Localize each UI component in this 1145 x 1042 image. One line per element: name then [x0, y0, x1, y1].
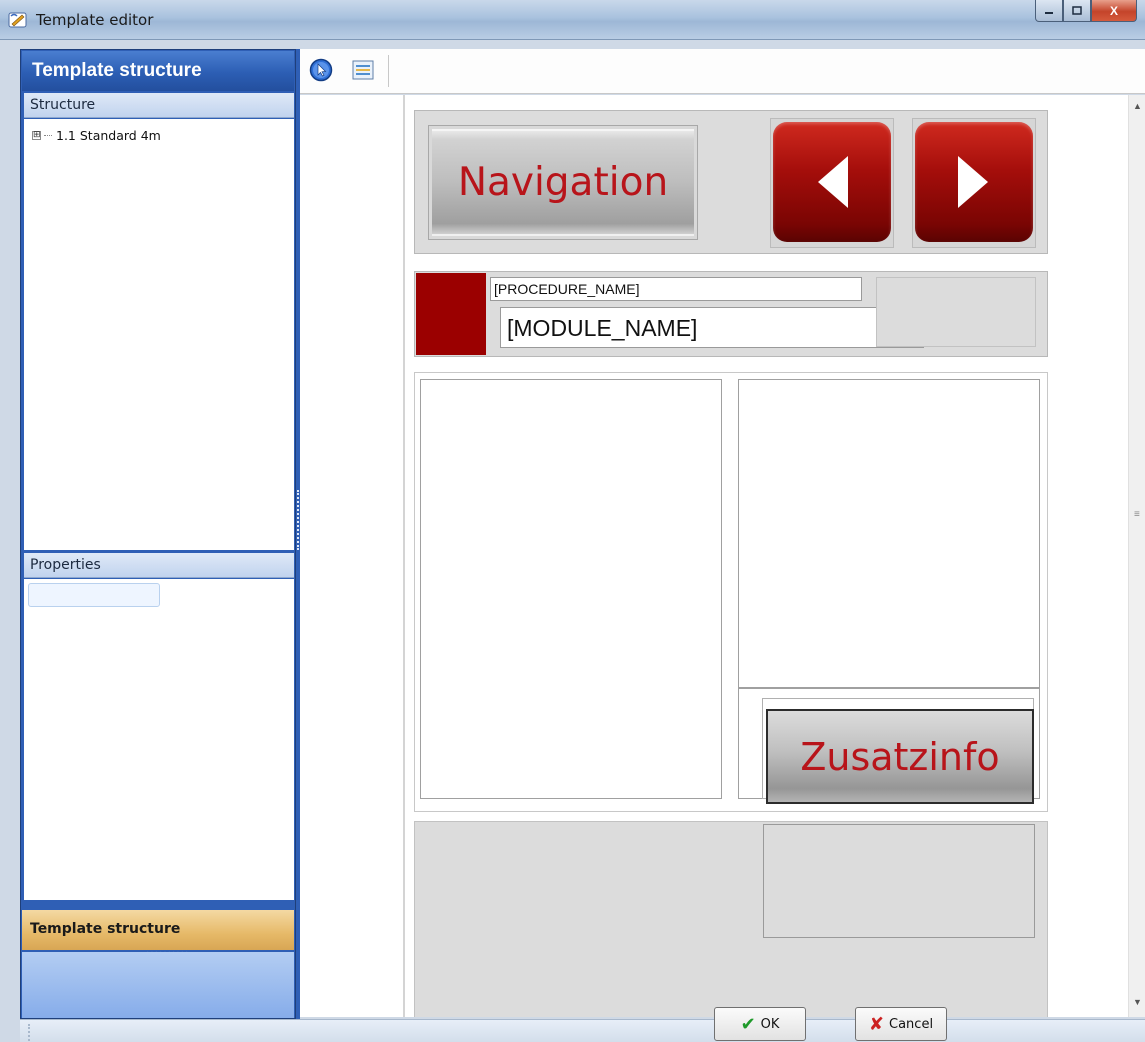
tree-connector	[44, 135, 52, 136]
cancel-x-icon: ✘	[868, 1013, 885, 1035]
template-editor-app-icon	[8, 11, 28, 29]
list-view-button[interactable]	[350, 57, 376, 83]
scroll-down-icon[interactable]: ▼	[1133, 997, 1142, 1007]
list-icon	[352, 60, 374, 80]
expand-icon[interactable]: ⊞	[32, 131, 41, 140]
structure-section-header: Structure	[24, 93, 294, 118]
accent-block[interactable]	[416, 273, 486, 355]
template-structure-tab[interactable]: Template structure	[22, 910, 294, 950]
designer-canvas[interactable]: Navigation [PROCEDURE_NAME] [MODULE_NAME…	[300, 95, 1128, 1017]
footer-right-box[interactable]	[763, 824, 1035, 938]
ok-button[interactable]: ✔ OK	[714, 1007, 806, 1041]
tree-item-label: 1.1 Standard 4m	[56, 128, 161, 143]
close-button[interactable]: X	[1091, 0, 1137, 22]
properties-grid[interactable]	[24, 579, 294, 900]
title-right-box[interactable]	[876, 277, 1036, 347]
properties-section-header: Properties	[24, 553, 294, 578]
property-row[interactable]	[28, 583, 292, 607]
checkmark-icon: ✔	[740, 1013, 756, 1035]
status-grip	[28, 1024, 30, 1041]
structure-tree[interactable]: ⊞ 1.1 Standard 4m	[24, 119, 294, 550]
vertical-scrollbar[interactable]: ▲ ≡ ▼	[1128, 95, 1145, 1017]
page-margin-line	[403, 95, 405, 1017]
toolbar-separator	[388, 55, 389, 87]
status-bar: ✔ OK ✘ Cancel	[20, 1007, 1145, 1042]
splitter-grip[interactable]	[297, 490, 299, 550]
ok-button-label: OK	[760, 1016, 780, 1032]
module-name-field[interactable]: [MODULE_NAME]	[500, 307, 924, 348]
window-title-bar[interactable]: Template editor X	[0, 0, 1145, 40]
panel-footer-area	[22, 952, 294, 1018]
tree-item-standard-4m[interactable]: ⊞ 1.1 Standard 4m	[32, 128, 161, 143]
next-button[interactable]	[915, 122, 1033, 242]
minimize-button[interactable]	[1035, 0, 1063, 22]
maximize-button[interactable]	[1063, 0, 1091, 22]
cancel-button-label: Cancel	[889, 1016, 934, 1032]
navigation-button[interactable]: Navigation	[428, 125, 698, 240]
cancel-button[interactable]: ✘ Cancel	[855, 1007, 947, 1041]
property-name-cell[interactable]	[28, 583, 160, 607]
left-content-box[interactable]	[420, 379, 722, 799]
template-structure-panel: Template structure Structure ⊞ 1.1 Stand…	[20, 49, 296, 1019]
pointer-icon	[309, 58, 333, 82]
window-title: Template editor	[36, 11, 154, 29]
close-icon: X	[1109, 3, 1118, 18]
designer-toolbar	[300, 49, 1145, 94]
previous-button[interactable]	[773, 122, 891, 242]
pointer-tool-button[interactable]	[308, 57, 334, 83]
panel-header: Template structure	[22, 51, 294, 91]
zusatzinfo-button[interactable]: Zusatzinfo	[766, 709, 1034, 804]
arrow-left-icon	[818, 156, 848, 208]
arrow-right-icon	[958, 156, 988, 208]
procedure-name-field[interactable]: [PROCEDURE_NAME]	[490, 277, 862, 301]
right-content-box[interactable]	[738, 379, 1040, 688]
scroll-thumb-grip[interactable]: ≡	[1134, 509, 1140, 520]
scroll-up-icon[interactable]: ▲	[1133, 101, 1142, 111]
navigation-button-label: Navigation	[432, 129, 694, 236]
